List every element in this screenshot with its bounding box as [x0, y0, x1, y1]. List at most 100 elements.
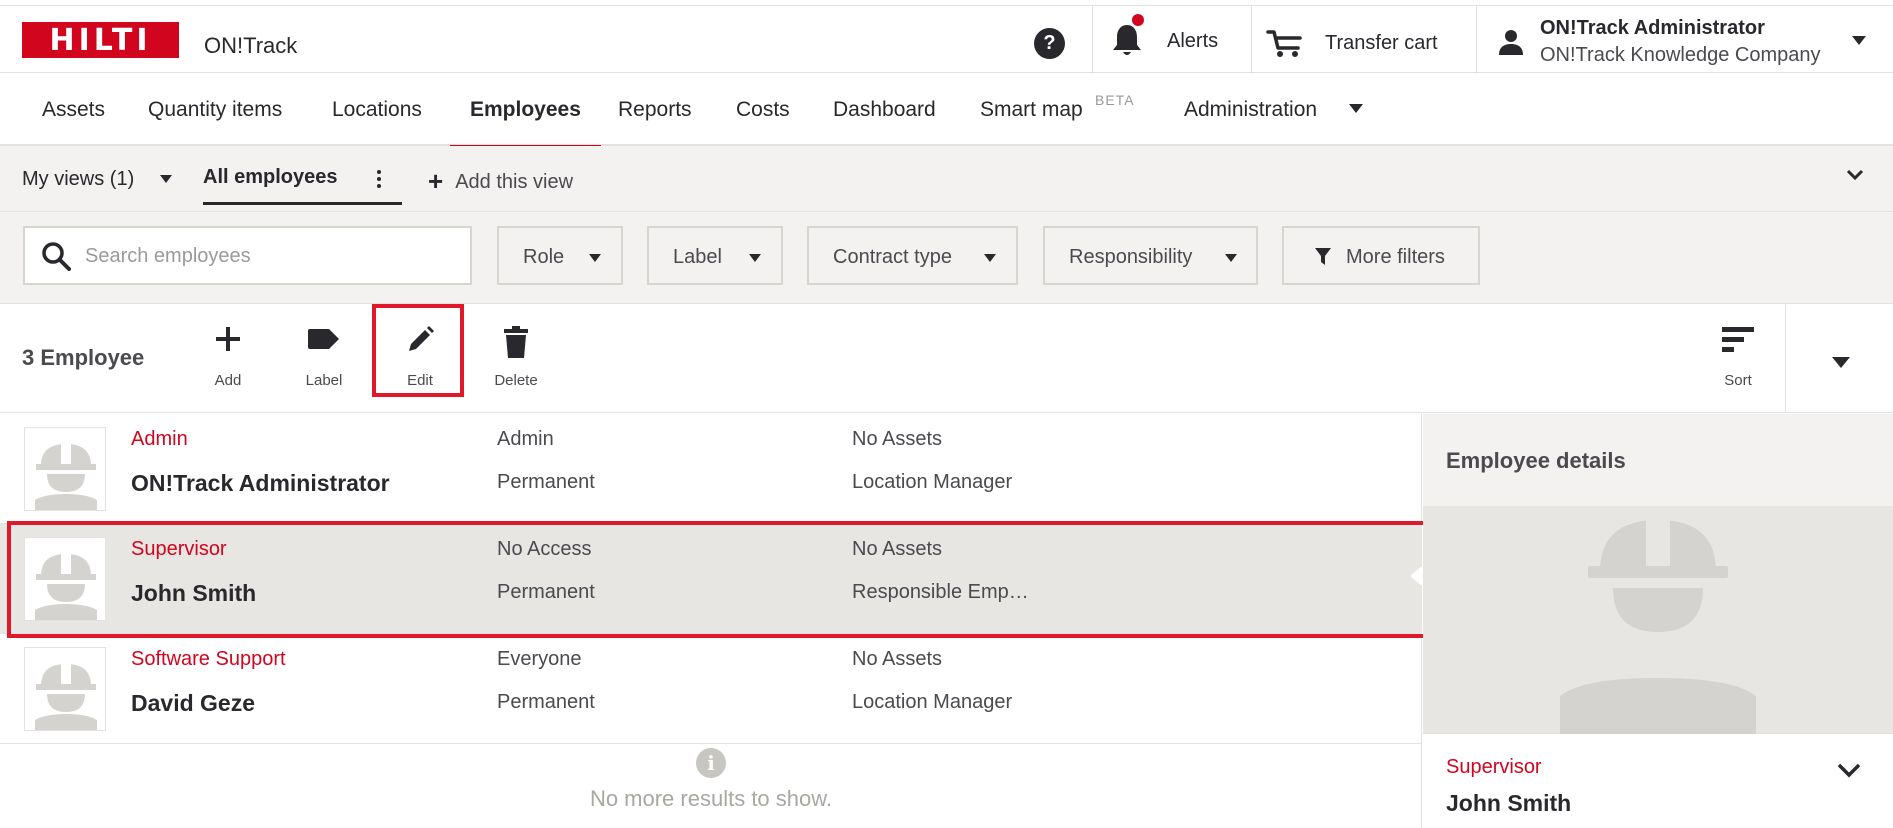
nav-item-locations[interactable]: Locations: [332, 74, 422, 146]
label-button[interactable]: Label: [276, 305, 372, 413]
more-actions-chevron-icon[interactable]: [1832, 357, 1850, 368]
filter-icon: [1315, 248, 1331, 265]
details-summary: Supervisor John Smith: [1423, 734, 1893, 828]
alerts-button[interactable]: Alerts: [1093, 6, 1251, 74]
nav-item-smart-map[interactable]: Smart map: [980, 74, 1083, 146]
app-name: ON!Track: [204, 33, 298, 58]
role-filter[interactable]: Role: [497, 226, 623, 285]
sort-button[interactable]: Sort: [1690, 305, 1786, 413]
info-icon: i: [696, 748, 726, 778]
details-name: John Smith: [1446, 790, 1572, 816]
details-role: Supervisor: [1446, 756, 1542, 778]
employee-responsibility: Location Manager: [852, 691, 1013, 713]
view-options-kebab-icon[interactable]: [377, 170, 381, 188]
add-view-label: Add this view: [455, 171, 574, 193]
employee-role: Software Support: [131, 648, 286, 670]
table-row[interactable]: Software Support David Geze Everyone Per…: [0, 634, 1422, 744]
more-filters-label: More filters: [1346, 246, 1445, 268]
employee-name: John Smith: [131, 580, 257, 606]
top-header: HILTI ON!Track ? Alerts Transfer cart ON…: [0, 5, 1893, 74]
contract-type-filter-label: Contract type: [833, 246, 952, 268]
delete-label: Delete: [494, 372, 538, 389]
chevron-down-icon: [749, 254, 761, 262]
hilti-logo[interactable]: HILTI: [22, 22, 179, 58]
plus-icon: [216, 327, 240, 351]
employee-details-panel: Employee details Supervisor John Smith: [1410, 414, 1893, 828]
nav-item-administration[interactable]: Administration: [1184, 74, 1317, 146]
avatar: [24, 647, 106, 731]
avatar: [24, 537, 106, 621]
edit-button[interactable]: Edit: [372, 305, 468, 413]
tag-icon: [308, 329, 339, 349]
delete-button[interactable]: Delete: [468, 305, 564, 413]
more-filters-button[interactable]: More filters: [1282, 226, 1480, 285]
user-menu[interactable]: ON!Track Administrator ON!Track Knowledg…: [1477, 6, 1893, 74]
active-view-indicator: [203, 202, 402, 205]
chevron-down-icon: [1225, 254, 1237, 262]
label-filter[interactable]: Label: [647, 226, 783, 285]
employee-responsibility: Responsible Emp…: [852, 581, 1029, 603]
add-label: Add: [214, 372, 242, 389]
contract-type-filter[interactable]: Contract type: [807, 226, 1018, 285]
employee-name: David Geze: [131, 690, 255, 716]
my-views-dropdown[interactable]: My views (1): [22, 168, 134, 191]
employee-contract: Permanent: [497, 691, 595, 713]
sort-icon: [1722, 327, 1754, 352]
responsibility-filter[interactable]: Responsibility: [1043, 226, 1258, 285]
trash-icon: [504, 326, 528, 358]
chevron-down-icon: [589, 254, 601, 262]
worker-helmet-icon: [35, 660, 97, 730]
table-row[interactable]: Admin ON!Track Administrator Admin Perma…: [0, 414, 1422, 524]
nav-item-costs[interactable]: Costs: [736, 74, 790, 146]
worker-helmet-icon: [1560, 514, 1756, 734]
transfer-cart-button[interactable]: Transfer cart: [1252, 6, 1476, 74]
employee-assets: No Assets: [852, 538, 943, 560]
expand-chevron-icon[interactable]: [1837, 762, 1861, 778]
label-filter-label: Label: [673, 246, 722, 268]
employee-role: Supervisor: [131, 538, 227, 560]
nav-item-assets[interactable]: Assets: [42, 74, 105, 146]
details-header: Employee details: [1423, 414, 1893, 506]
worker-helmet-icon: [35, 440, 97, 510]
nav-item-dashboard[interactable]: Dashboard: [833, 74, 936, 146]
user-icon: [1499, 30, 1523, 55]
chevron-down-icon[interactable]: [160, 175, 172, 183]
employee-contract: Permanent: [497, 471, 595, 493]
beta-badge: BETA: [1095, 92, 1135, 108]
list-end-message: i No more results to show.: [0, 748, 1422, 812]
table-row-selected[interactable]: Supervisor John Smith No Access Permanen…: [0, 524, 1422, 634]
employee-access: Everyone: [497, 648, 582, 670]
details-photo: [1423, 506, 1893, 734]
cart-icon: [1266, 30, 1302, 57]
alerts-label: Alerts: [1167, 30, 1219, 52]
administration-chevron-down-icon[interactable]: [1349, 104, 1363, 113]
role-filter-label: Role: [523, 246, 565, 268]
employee-access: No Access: [497, 538, 592, 560]
my-views-label: My views: [22, 168, 105, 190]
employee-contract: Permanent: [497, 581, 595, 603]
search-icon: [42, 242, 71, 271]
details-title: Employee details: [1446, 448, 1626, 473]
user-name: ON!Track Administrator: [1540, 17, 1765, 39]
add-button[interactable]: Add: [180, 305, 276, 413]
plus-icon: +: [428, 166, 444, 196]
nav-item-employees-label: Employees: [470, 98, 581, 121]
no-more-results-text: No more results to show.: [589, 786, 833, 811]
employee-name: ON!Track Administrator: [131, 470, 390, 496]
search-box[interactable]: [23, 226, 472, 285]
nav-item-employees[interactable]: Employees: [450, 74, 601, 148]
selection-pointer: [1410, 566, 1422, 586]
bell-icon: [1113, 25, 1141, 55]
employee-access: Admin: [497, 428, 554, 450]
filter-bar: Role Label Contract type Responsibility …: [0, 212, 1893, 304]
my-views-count: (1): [109, 168, 135, 190]
collapse-chevron-icon[interactable]: [1846, 166, 1864, 184]
nav-item-quantity-items[interactable]: Quantity items: [148, 74, 282, 146]
view-tab-all-employees[interactable]: All employees: [203, 146, 338, 206]
transfer-cart-label: Transfer cart: [1325, 32, 1438, 54]
nav-item-reports[interactable]: Reports: [618, 74, 692, 146]
search-input[interactable]: [85, 238, 455, 274]
help-icon[interactable]: ?: [1034, 28, 1065, 59]
add-view-button[interactable]: + Add this view: [428, 166, 573, 197]
employee-role: Admin: [131, 428, 188, 450]
